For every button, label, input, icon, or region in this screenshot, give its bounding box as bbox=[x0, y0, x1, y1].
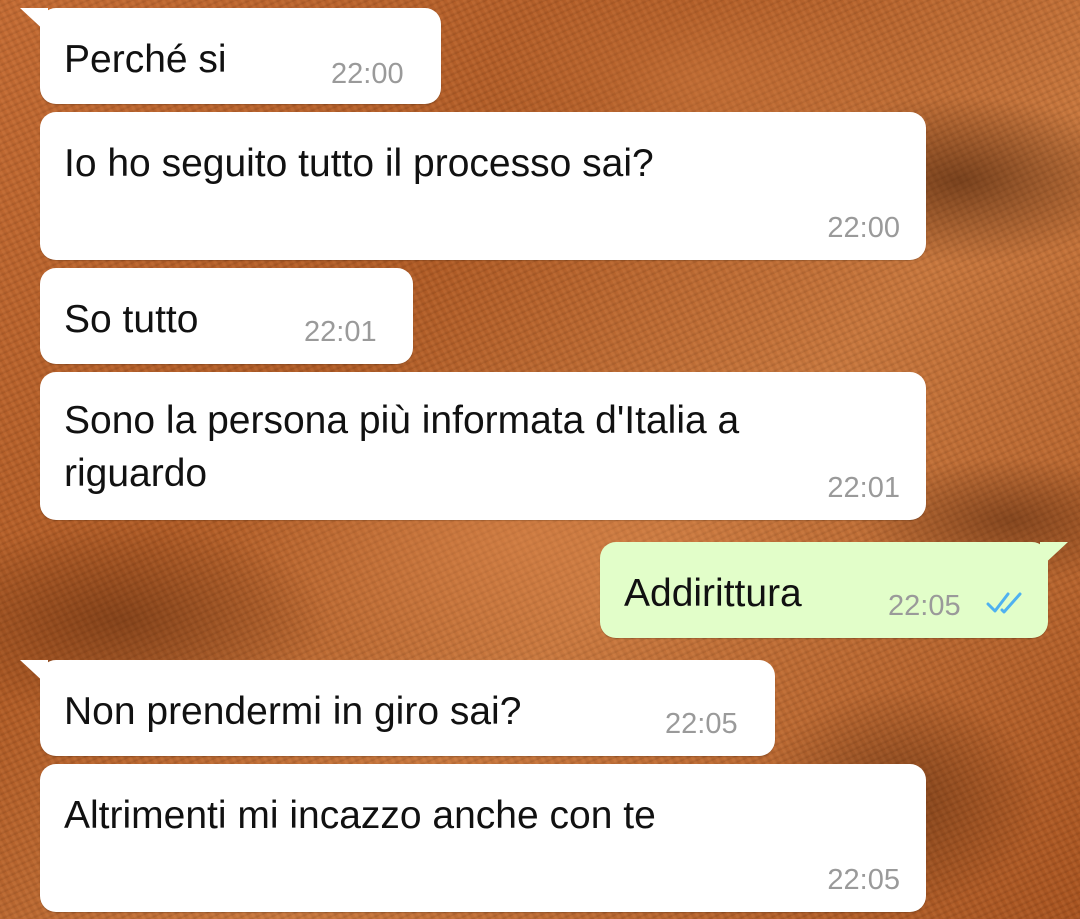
message-bubble-incoming[interactable]: So tutto 22:01 bbox=[40, 268, 413, 364]
message-timestamp: 22:01 bbox=[827, 472, 900, 504]
message-bubble-outgoing[interactable]: Addirittura 22:05 bbox=[600, 542, 1068, 638]
message-text-line: Sono la persona più informata d'Italia a bbox=[64, 399, 740, 442]
message-timestamp: 22:05 bbox=[827, 864, 900, 896]
message-text-line: riguardo bbox=[64, 452, 208, 495]
message-timestamp: 22:00 bbox=[331, 58, 404, 90]
message-bubble-incoming[interactable]: Non prendermi in giro sai? 22:05 bbox=[20, 660, 775, 756]
message-bubble-incoming[interactable]: Perché si 22:00 bbox=[20, 8, 441, 104]
message-timestamp: 22:00 bbox=[827, 212, 900, 244]
double-check-icon bbox=[986, 592, 1022, 614]
message-timestamp: 22:05 bbox=[888, 590, 961, 622]
message-text: So tutto bbox=[64, 298, 199, 341]
message-text: Non prendermi in giro sai? bbox=[64, 690, 522, 733]
message-timestamp: 22:05 bbox=[665, 708, 738, 740]
message-bubble-incoming[interactable]: Io ho seguito tutto il processo sai? 22:… bbox=[40, 112, 926, 260]
message-bubble-incoming[interactable]: Altrimenti mi incazzo anche con te 22:05 bbox=[40, 764, 926, 912]
message-text: Io ho seguito tutto il processo sai? bbox=[64, 142, 654, 185]
message-text: Perché si bbox=[64, 38, 227, 81]
message-text: Addirittura bbox=[624, 572, 802, 615]
message-text: Sono la persona più informata d'Italia a… bbox=[64, 394, 739, 500]
message-text: Altrimenti mi incazzo anche con te bbox=[64, 794, 656, 837]
message-timestamp: 22:01 bbox=[304, 316, 377, 348]
message-bubble-incoming[interactable]: Sono la persona più informata d'Italia a… bbox=[40, 372, 926, 520]
